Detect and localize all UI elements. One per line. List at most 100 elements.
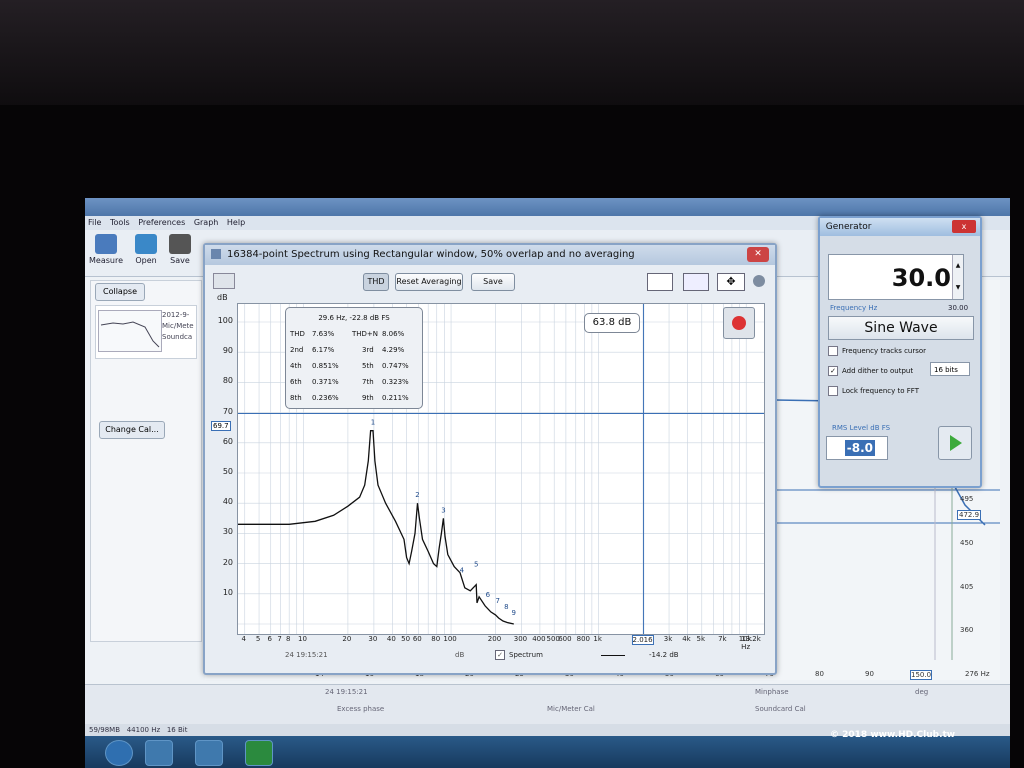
freq-tick-label: 5: [255, 635, 261, 643]
waveform-select[interactable]: Sine Wave: [828, 316, 974, 340]
bits-select[interactable]: 16 bits: [930, 362, 970, 376]
save-icon: [169, 234, 191, 254]
legend-swatch: [601, 655, 625, 656]
measurement-thumbnail: [98, 310, 162, 352]
db-tick-label: 90: [222, 346, 233, 356]
measurement-line2: Mic/Mete: [162, 322, 194, 330]
freq-tick-label: 40: [386, 635, 396, 643]
status-memory: 59/98MB: [89, 726, 121, 734]
menu-file[interactable]: File: [88, 218, 101, 227]
thd-panel: 29.6 Hz, -22.8 dB FS THD 7.63% THD+N 8.06% …: [285, 307, 423, 409]
freq-tick-label: 4: [241, 635, 246, 643]
measure-button[interactable]: Measure: [87, 234, 125, 265]
frequency-spinner[interactable]: ▲ ▼: [952, 255, 963, 299]
generator-play-button[interactable]: [938, 426, 972, 460]
record-button[interactable]: [723, 307, 755, 339]
harmonic-label: 9: [512, 609, 516, 617]
freq-tick-label: 5k: [696, 635, 706, 643]
background-wall: [0, 0, 1024, 120]
harmonic-label: 1: [371, 419, 375, 427]
harmonic-label: 3: [441, 506, 445, 514]
harmonic-label: 7: [495, 597, 499, 605]
menu-preferences[interactable]: Preferences: [138, 218, 185, 227]
freq-tick-label: 200: [487, 635, 502, 643]
taskbar-rew-icon[interactable]: [245, 740, 273, 766]
open-icon: [135, 234, 157, 254]
freq-tick-label: 20: [342, 635, 352, 643]
freq-tick-label: 4k: [682, 635, 691, 643]
db-tick-label: 80: [222, 376, 233, 386]
record-icon: [732, 316, 746, 330]
freq-tick-label: 300: [513, 635, 528, 643]
lock-frequency-checkbox[interactable]: Lock frequency to FFT: [828, 386, 919, 396]
taskbar-app-icon[interactable]: [145, 740, 173, 766]
open-button[interactable]: Open: [127, 234, 165, 265]
spectrum-save-button[interactable]: Save: [471, 273, 515, 291]
freq-tick-label: 100: [443, 635, 457, 643]
reset-averaging-button[interactable]: Reset Averaging: [395, 273, 463, 291]
collapse-button[interactable]: Collapse: [95, 283, 145, 301]
camera-icon[interactable]: [213, 273, 235, 289]
generator-window: Generator x 30.0 ▲ ▼ Frequency Hz 30.00 Si…: [818, 216, 982, 488]
db-axis: 100 90 80 70 60 50 40 30 20 10: [209, 295, 235, 635]
bottom-deg: deg: [915, 688, 929, 696]
main-axis-marker: 150.0: [910, 670, 933, 680]
menu-tools[interactable]: Tools: [110, 218, 130, 227]
track-cursor-checkbox[interactable]: Frequency tracks cursor: [828, 346, 926, 356]
change-cal-button[interactable]: Change Cal...: [99, 421, 165, 439]
freq-tick-label: 8: [285, 635, 291, 643]
measurement-item[interactable]: 2012-9- Mic/Mete Soundca: [95, 305, 197, 359]
freq-tick-label: 7k: [718, 635, 727, 643]
menu-graph[interactable]: Graph: [194, 218, 219, 227]
zoom-icon[interactable]: ✥: [717, 273, 745, 291]
frequency-display[interactable]: 30.0 ▲ ▼: [828, 254, 964, 300]
freq-tick-label: 7: [277, 635, 282, 643]
spectrum-window: 16384-point Spectrum using Rectangular w…: [203, 243, 777, 675]
measurement-date: 2012-9-: [162, 311, 190, 319]
bottom-entry: 24 19:15:21: [325, 688, 368, 696]
measure-icon: [95, 234, 117, 254]
freq-tick-label: 1k: [593, 635, 602, 643]
view-icon[interactable]: [647, 273, 673, 291]
measurements-panel: Collapse 2012-9- Mic/Mete Soundca Change C…: [90, 280, 202, 642]
add-dither-checkbox[interactable]: ✓ Add dither to output: [828, 366, 913, 376]
harmonic-label: 4: [460, 567, 465, 575]
spectrum-checkbox[interactable]: ✓: [495, 650, 505, 660]
harmonic-label: 6: [486, 591, 491, 599]
settings-icon[interactable]: [753, 275, 765, 287]
spectrum-trace: [238, 430, 514, 625]
legend-unit: dB: [455, 651, 465, 659]
spectrum-window-icon: [211, 249, 221, 259]
start-button-icon[interactable]: [105, 740, 133, 766]
freq-tick-label: 3k: [663, 635, 673, 643]
spectrum-close-button[interactable]: ✕: [747, 247, 769, 262]
harmonic-label: 8: [504, 603, 508, 611]
db-tick-label: 100: [217, 316, 233, 325]
menu-help[interactable]: Help: [227, 218, 245, 227]
generator-close-button[interactable]: x: [952, 220, 976, 233]
spectrum-title-bar: 16384-point Spectrum using Rectangular w…: [205, 245, 775, 265]
legend-value: -14.2 dB: [649, 651, 679, 659]
rms-level-input[interactable]: -8.0: [826, 436, 888, 460]
level-display: 63.8 dB: [584, 313, 640, 333]
grid-icon[interactable]: [683, 273, 709, 291]
freq-tick-label: 50: [401, 635, 411, 643]
db-tick-label: 30: [222, 527, 233, 537]
freq-tick-label: 800: [576, 635, 591, 643]
db-tick-label: 10: [222, 587, 233, 597]
right-marker: 472.9: [957, 510, 982, 520]
taskbar-folder-icon[interactable]: [195, 740, 223, 766]
harmonic-label: 2: [415, 491, 419, 499]
freq-tick-label: 60: [412, 635, 422, 643]
main-axis-tick: 80: [815, 670, 824, 678]
rms-label: RMS Level dB FS: [832, 424, 891, 432]
thd-row: 8th 0.236% 9th 0.211%: [290, 394, 409, 402]
freq-tick-label: 80: [431, 635, 441, 643]
save-all-button[interactable]: Save: [161, 234, 199, 265]
taskbar: [85, 736, 1010, 768]
thd-button[interactable]: THD: [363, 273, 389, 291]
legend-series: Spectrum: [509, 651, 543, 659]
play-icon: [950, 435, 962, 451]
frequency-value: 30.0: [891, 264, 951, 292]
right-tick-2: 405: [960, 583, 974, 591]
